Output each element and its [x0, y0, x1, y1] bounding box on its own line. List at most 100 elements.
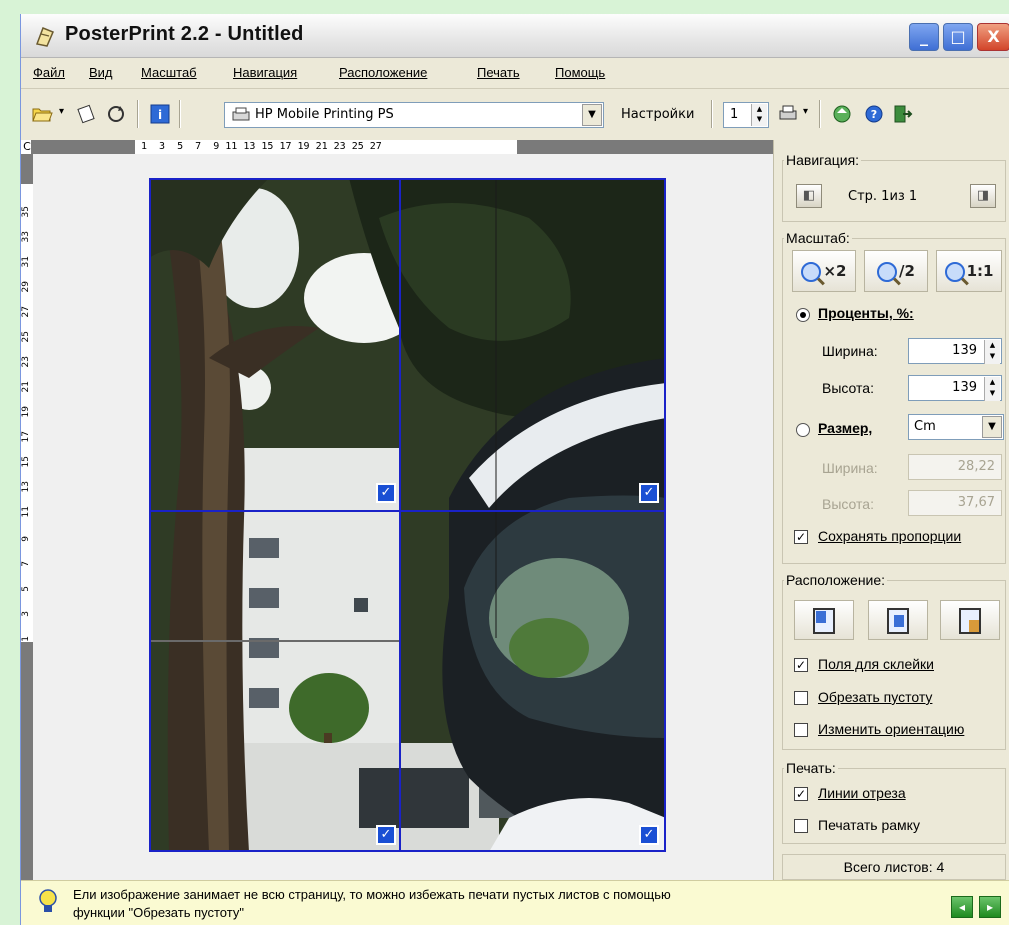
width-percent-spin[interactable]: ▲ ▼	[984, 340, 1000, 364]
height-percent-spin[interactable]: ▲ ▼	[984, 377, 1000, 401]
tile-checkbox[interactable]: ✓	[639, 825, 659, 845]
ruler-tick-label: 15	[21, 455, 31, 467]
prev-page-button[interactable]: ◧	[796, 184, 822, 208]
printer-icon	[232, 107, 250, 121]
crop-empty-checkbox[interactable]	[794, 691, 808, 705]
orientation-checkbox[interactable]	[794, 723, 808, 737]
poster-preview[interactable]: C 1 3 5 7 9 11 13 15 17 19 21 23 25 27 1…	[21, 140, 773, 880]
close-button[interactable]: X	[977, 23, 1009, 51]
copies-spin-buttons[interactable]: ▲ ▼	[751, 104, 767, 126]
copies-spinner[interactable]: 1 ▲ ▼	[723, 102, 769, 128]
ruler-tick-label: 13	[21, 480, 31, 492]
ruler-tick-label: 27	[21, 305, 31, 317]
refresh-icon[interactable]	[105, 103, 127, 125]
ruler-tick-label: 23	[21, 355, 31, 367]
app-window: PosterPrint 2.2 - Untitled _ □ X Файл Ви…	[20, 14, 1009, 925]
page-indicator: Стр. 1из 1	[848, 189, 918, 204]
layout-center-button[interactable]	[868, 600, 928, 640]
svg-text:?: ?	[871, 108, 877, 121]
printer-dropdown-button[interactable]: ▼	[582, 104, 602, 126]
toolbar-separator	[137, 100, 139, 128]
glue-margins-label: Поля для склейки	[818, 656, 934, 672]
lightbulb-icon	[39, 889, 57, 912]
menu-view[interactable]: Вид	[89, 65, 113, 80]
orientation-label: Изменить ориентацию	[818, 721, 965, 737]
menu-navigation[interactable]: Навигация	[233, 65, 297, 80]
unit-select[interactable]: Cm ▼	[908, 414, 1004, 440]
percent-label: Проценты, %:	[818, 305, 914, 321]
glue-margins-checkbox[interactable]: ✓	[794, 658, 808, 672]
hint-line-1: Ели изображение занимает не всю страницу…	[73, 887, 671, 902]
tile-checkbox[interactable]: ✓	[376, 483, 396, 503]
print-frame-label: Печатать рамку	[818, 817, 920, 833]
print-frame-checkbox[interactable]	[794, 819, 808, 833]
horizontal-ruler: 1 3 5 7 9 11 13 15 17 19 21 23 25 27	[31, 140, 773, 154]
ruler-tick-label: 11	[21, 505, 31, 517]
cut-lines-label: Линии отреза	[818, 785, 906, 801]
app-icon	[35, 27, 54, 47]
rotate-page-icon[interactable]	[75, 103, 97, 125]
width-percent-label: Ширина:	[822, 343, 878, 359]
toolbar-separator	[819, 100, 821, 128]
print-icon[interactable]	[777, 103, 799, 125]
zoom-in-icon	[801, 261, 822, 282]
zoom-out-label: /2	[899, 262, 915, 280]
size-height-label: Высота:	[822, 496, 874, 512]
menu-print[interactable]: Печать	[477, 65, 520, 80]
title-bar[interactable]: PosterPrint 2.2 - Untitled _ □ X	[21, 14, 1009, 58]
unit-dropdown-button[interactable]: ▼	[982, 416, 1002, 438]
settings-panel: Навигация: ◧ Стр. 1из 1 ◨ Масштаб: ×2 /2…	[773, 140, 1009, 880]
maximize-button[interactable]: □	[943, 23, 973, 51]
info-icon[interactable]: i	[149, 103, 171, 125]
zoom-in-button[interactable]: ×2	[792, 250, 856, 292]
height-percent-label: Высота:	[822, 380, 874, 396]
help-icon[interactable]: ?	[863, 103, 885, 125]
zoom-out-button[interactable]: /2	[864, 250, 928, 292]
svg-text:i: i	[158, 108, 162, 122]
open-folder-icon[interactable]	[31, 103, 53, 125]
minimize-button[interactable]: _	[909, 23, 939, 51]
cut-lines-checkbox[interactable]: ✓	[794, 787, 808, 801]
exit-icon[interactable]	[891, 103, 913, 125]
horizontal-ruler-scale: 1 3 5 7 9 11 13 15 17 19 21 23 25 27	[135, 140, 517, 154]
layout-title: Расположение:	[784, 572, 888, 588]
close-icon: X	[987, 27, 1000, 46]
tile-checkbox[interactable]: ✓	[376, 825, 396, 845]
zoom-actual-icon	[944, 261, 965, 282]
print-dropdown-icon[interactable]: ▾	[803, 106, 808, 117]
menu-layout[interactable]: Расположение	[339, 65, 427, 80]
hint-text: Ели изображение занимает не всю страницу…	[73, 886, 933, 922]
menu-file[interactable]: Файл	[33, 65, 65, 80]
layout-top-left-button[interactable]	[794, 600, 854, 640]
print-title: Печать:	[784, 760, 838, 776]
web-update-icon[interactable]	[831, 103, 853, 125]
ruler-tick-label: 21	[21, 380, 31, 392]
zoom-actual-label: 1:1	[966, 262, 994, 280]
copies-value: 1	[730, 107, 739, 122]
size-radio[interactable]	[796, 423, 810, 437]
percent-radio[interactable]	[796, 308, 810, 322]
printer-settings-button[interactable]: Настройки	[621, 107, 694, 122]
zoom-actual-button[interactable]: 1:1	[936, 250, 1002, 292]
ruler-tick-label: 1	[21, 636, 31, 642]
menu-scale[interactable]: Масштаб	[141, 65, 197, 80]
hint-forward-button[interactable]: ▸	[979, 896, 1001, 918]
poster-border	[149, 178, 666, 852]
hint-back-button[interactable]: ◂	[951, 896, 973, 918]
ruler-tick-label: 9	[21, 536, 31, 542]
ruler-tick-label: 31	[21, 255, 31, 267]
printer-select[interactable]: HP Mobile Printing PS ▼	[224, 102, 604, 128]
keep-ratio-checkbox[interactable]: ✓	[794, 530, 808, 544]
ruler-tick-label: 5	[21, 586, 31, 592]
height-percent-field[interactable]: 139 ▲ ▼	[908, 375, 1002, 401]
open-dropdown-icon[interactable]: ▾	[59, 106, 64, 117]
layout-manual-button[interactable]	[940, 600, 1000, 640]
poster-image[interactable]: ✓ ✓ ✓ ✓	[149, 178, 666, 852]
menu-help[interactable]: Помощь	[555, 65, 605, 80]
minimize-icon: _	[920, 27, 928, 46]
width-percent-field[interactable]: 139 ▲ ▼	[908, 338, 1002, 364]
tile-checkbox[interactable]: ✓	[639, 483, 659, 503]
hand-page-icon	[959, 608, 981, 634]
width-percent-value: 139	[952, 343, 977, 358]
next-page-button[interactable]: ◨	[970, 184, 996, 208]
